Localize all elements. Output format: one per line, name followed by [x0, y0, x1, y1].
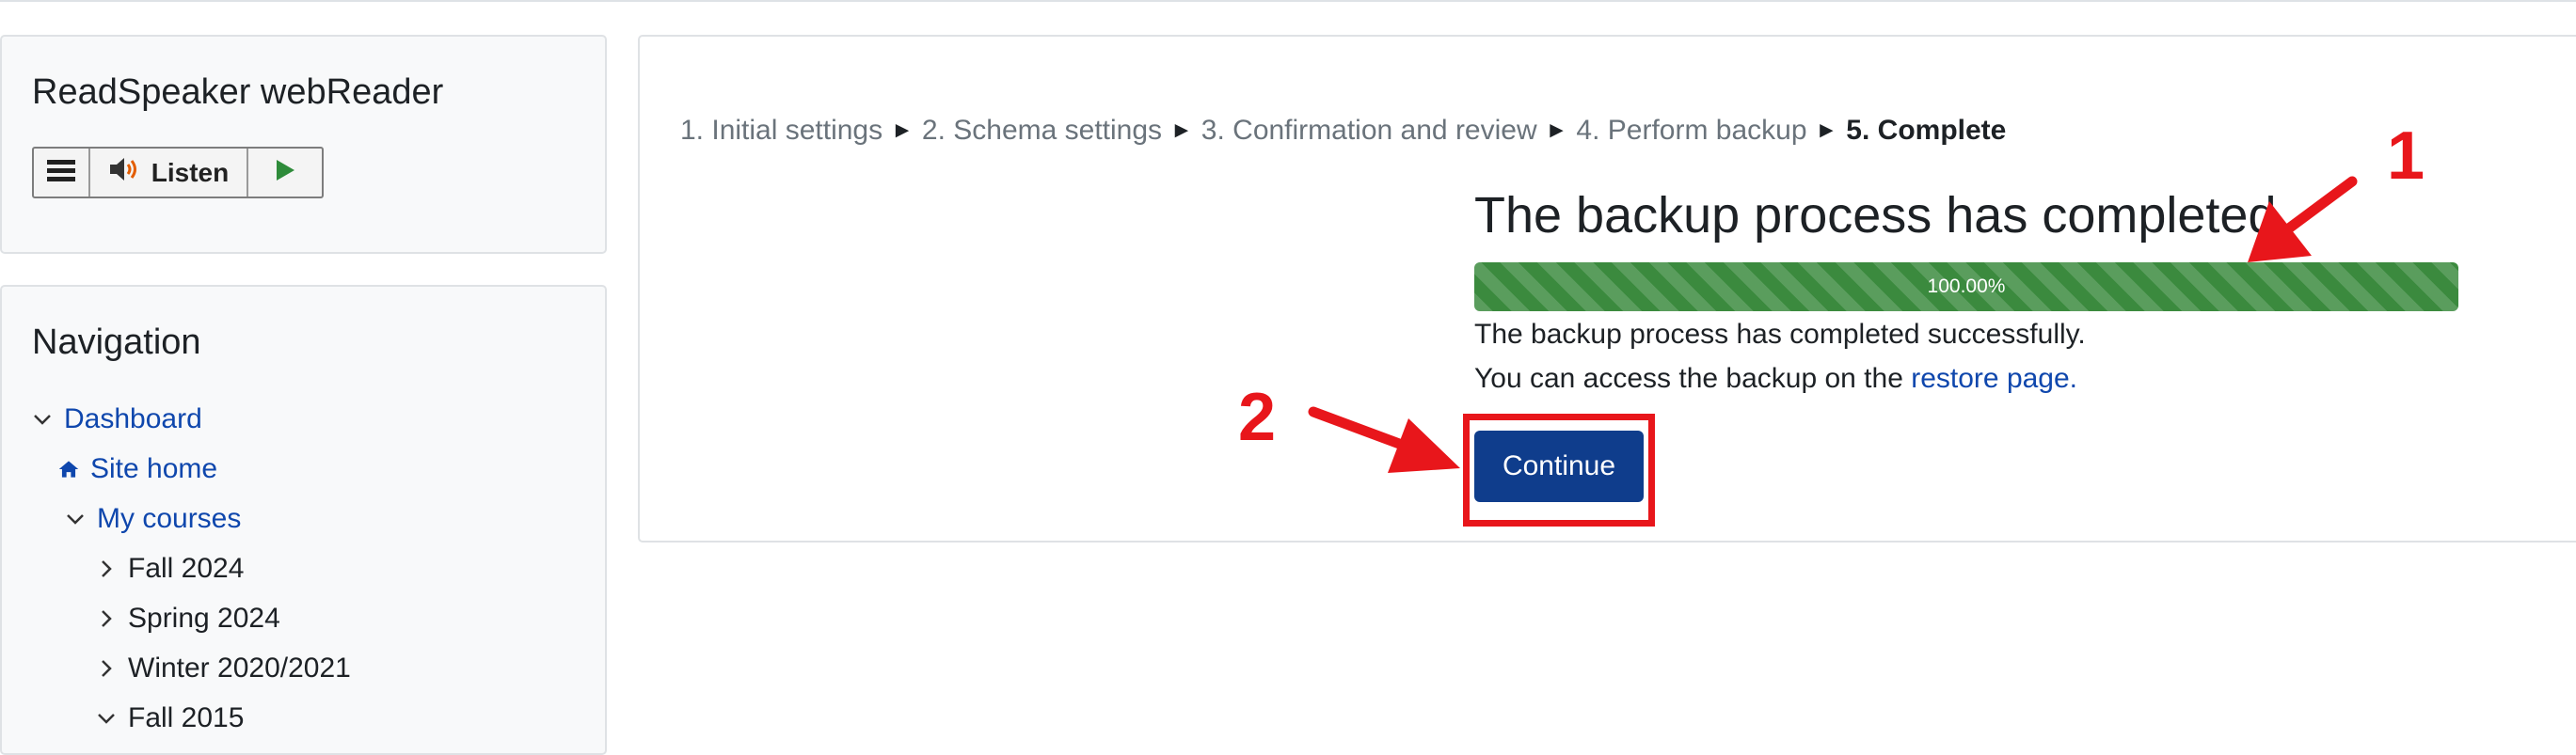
restore-info-text: You can access the backup on the [1474, 363, 1903, 394]
annotation-number-1: 1 [2387, 118, 2425, 194]
nav-item-label[interactable]: Fall 2015 [128, 702, 244, 734]
top-divider [0, 0, 2576, 2]
backup-progress-bar: 100.00% [1474, 262, 2458, 311]
readspeaker-play-button[interactable] [248, 149, 322, 197]
hamburger-menu-icon [47, 159, 75, 186]
readspeaker-title: ReadSpeaker webReader [32, 72, 444, 112]
step-perform-backup: 4. Perform backup [1576, 115, 1807, 146]
chevron-down-icon[interactable] [32, 409, 53, 430]
chevron-down-icon[interactable] [96, 708, 117, 729]
nav-item-label[interactable]: My courses [97, 503, 241, 535]
readspeaker-listen-button[interactable]: Listen [90, 149, 248, 197]
breadcrumb-separator-icon: ► [1170, 118, 1193, 143]
chevron-down-icon[interactable] [65, 509, 86, 529]
chevron-right-icon[interactable] [96, 558, 117, 579]
readspeaker-block: ReadSpeaker webReader Listen [0, 35, 607, 254]
chevron-right-icon[interactable] [96, 608, 117, 629]
nav-item-fall-2024[interactable]: Fall 2024 [96, 553, 244, 585]
progress-label: 100.00% [1927, 275, 2006, 297]
step-initial-settings: 1. Initial settings [680, 115, 883, 146]
breadcrumb-separator-icon: ► [891, 118, 914, 143]
restore-info-message: You can access the backup on the restore… [1474, 363, 2077, 395]
nav-item-winter-2020-2021[interactable]: Winter 2020/2021 [96, 653, 351, 684]
play-icon [275, 159, 295, 186]
nav-item-label[interactable]: Site home [90, 453, 217, 485]
nav-item-label[interactable]: Spring 2024 [128, 603, 280, 635]
home-icon [58, 459, 79, 480]
backup-steps-breadcrumb: 1. Initial settings ► 2. Schema settings… [680, 115, 2006, 147]
navigation-block: Navigation Dashboard Site home My course… [0, 285, 607, 755]
speaker-icon [108, 156, 142, 189]
nav-item-fall-2015[interactable]: Fall 2015 [96, 702, 244, 734]
readspeaker-menu-button[interactable] [34, 149, 90, 197]
nav-item-dashboard[interactable]: Dashboard [32, 403, 202, 435]
navigation-title: Navigation [32, 322, 201, 362]
continue-button[interactable]: Continue [1474, 431, 1644, 502]
step-complete: 5. Complete [1846, 115, 2007, 146]
nav-item-spring-2024[interactable]: Spring 2024 [96, 603, 280, 635]
nav-item-label[interactable]: Winter 2020/2021 [128, 653, 351, 684]
page-heading: The backup process has completed [1474, 187, 2277, 244]
progress-fill: 100.00% [1474, 262, 2458, 311]
nav-item-label[interactable]: Fall 2024 [128, 553, 244, 585]
breadcrumb-separator-icon: ► [1815, 118, 1838, 143]
step-confirmation-review: 3. Confirmation and review [1201, 115, 1537, 146]
nav-item-my-courses[interactable]: My courses [65, 503, 241, 535]
nav-item-label[interactable]: Dashboard [64, 403, 202, 435]
chevron-right-icon[interactable] [96, 658, 117, 679]
annotation-number-2: 2 [1238, 380, 1277, 455]
readspeaker-toolbar: Listen [32, 147, 324, 198]
step-schema-settings: 2. Schema settings [921, 115, 1163, 146]
listen-label: Listen [151, 157, 230, 187]
breadcrumb-separator-icon: ► [1545, 118, 1568, 143]
nav-item-site-home[interactable]: Site home [58, 453, 217, 485]
restore-page-link[interactable]: restore page. [1911, 363, 2077, 394]
success-message: The backup process has completed success… [1474, 319, 2086, 350]
